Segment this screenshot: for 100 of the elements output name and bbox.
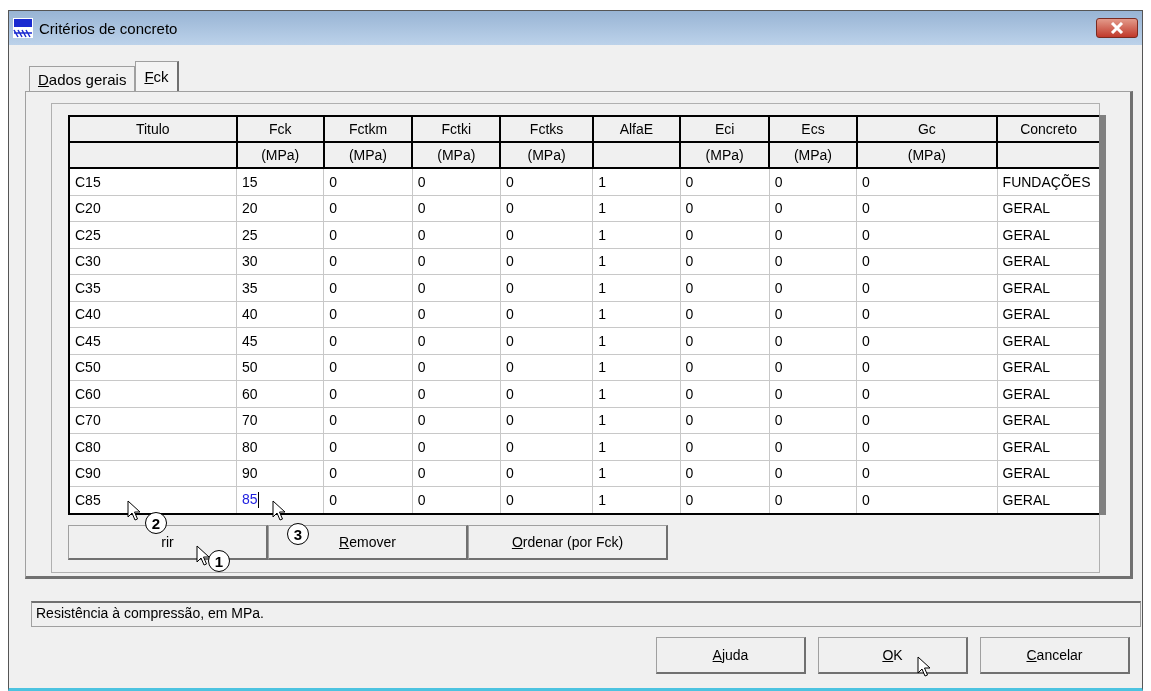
table-cell: 0 — [412, 248, 501, 275]
table-cell: 0 — [680, 433, 770, 460]
table-cell: 0 — [412, 195, 501, 222]
table-cell: 0 — [856, 274, 998, 301]
table-cell: 0 — [680, 380, 770, 407]
table-cell: 0 — [500, 380, 593, 407]
tab[interactable]: Dados gerais — [29, 66, 136, 91]
table-action-button[interactable]: Ordenar (por Fck) — [468, 524, 668, 560]
table-cell: C30 — [69, 248, 237, 275]
table-cell: 25 — [236, 221, 324, 248]
column-header: AlfaE — [592, 116, 681, 142]
table-cell: 0 — [769, 433, 857, 460]
table-cell: 0 — [323, 248, 413, 275]
dialog-button[interactable]: Cancelar — [980, 637, 1130, 674]
close-icon — [1110, 22, 1124, 34]
table-cell: 0 — [500, 301, 593, 328]
table-cell: 0 — [412, 274, 501, 301]
table-cell: 0 — [500, 460, 593, 487]
table-cell: 0 — [769, 327, 857, 354]
table-cell: 0 — [323, 274, 413, 301]
column-header: Gc — [856, 116, 998, 142]
table-cell: 1 — [592, 168, 681, 195]
table-cell: 0 — [769, 301, 857, 328]
table-cell: 50 — [236, 354, 324, 381]
table-cell: 0 — [412, 327, 501, 354]
table-cell: 0 — [856, 221, 998, 248]
table-cell: 0 — [769, 407, 857, 434]
table-cell: 0 — [769, 380, 857, 407]
table-cell: 0 — [680, 195, 770, 222]
table-cell: 0 — [500, 248, 593, 275]
table-cell: 15 — [236, 168, 324, 195]
table-cell: 0 — [680, 248, 770, 275]
unit-header: (MPa) — [500, 142, 593, 168]
close-button[interactable] — [1096, 18, 1138, 38]
table-cell: 0 — [856, 327, 998, 354]
table-cell: 90 — [236, 460, 324, 487]
table-cell: 0 — [680, 221, 770, 248]
table-cell: 0 — [323, 433, 413, 460]
table-cell: 0 — [856, 460, 998, 487]
table-cell: 0 — [680, 168, 770, 195]
table-cell: 45 — [236, 327, 324, 354]
table-cell: 0 — [769, 460, 857, 487]
table-cell: 0 — [769, 168, 857, 195]
table-cell: 1 — [592, 433, 681, 460]
table-cell: C45 — [69, 327, 237, 354]
table-cell: 0 — [680, 407, 770, 434]
table-cell: 60 — [236, 380, 324, 407]
table-cell: 0 — [856, 195, 998, 222]
table-cell: 1 — [592, 248, 681, 275]
column-header: Titulo — [69, 116, 237, 142]
dialog-button[interactable]: OK — [818, 637, 968, 674]
table-cell: C90 — [69, 460, 237, 487]
table-cell: 0 — [412, 380, 501, 407]
table-cell: 0 — [323, 354, 413, 381]
column-header: Fck — [236, 116, 324, 142]
table-cell: 1 — [592, 274, 681, 301]
table-cell: 0 — [856, 380, 998, 407]
table-cell: 0 — [680, 460, 770, 487]
table-cell: 0 — [856, 407, 998, 434]
table-cell: 0 — [856, 168, 998, 195]
table-cell: C70 — [69, 407, 237, 434]
table-cell: 0 — [323, 407, 413, 434]
table-cell: 1 — [592, 380, 681, 407]
table-cell: 0 — [856, 354, 998, 381]
table-cell: 1 — [592, 301, 681, 328]
table-cell: 0 — [856, 248, 998, 275]
table-cell: 0 — [500, 433, 593, 460]
table-cell: C40 — [69, 301, 237, 328]
table-cell: 0 — [323, 301, 413, 328]
table-cell: C15 — [69, 168, 237, 195]
table-cell: 0 — [680, 327, 770, 354]
table-cell: 0 — [412, 301, 501, 328]
table-cell: 0 — [500, 195, 593, 222]
dialog-button[interactable]: Ajuda — [656, 637, 806, 674]
table-cell: 0 — [412, 354, 501, 381]
tab[interactable]: Fck — [135, 61, 179, 91]
table-cell: 0 — [500, 354, 593, 381]
unit-header: (MPa) — [680, 142, 770, 168]
table-cell: C80 — [69, 433, 237, 460]
table-cell: 80 — [236, 433, 324, 460]
table-cell: C25 — [69, 221, 237, 248]
table-cell: 0 — [769, 274, 857, 301]
table-cell: 1 — [592, 354, 681, 381]
column-header: Fctki — [412, 116, 501, 142]
status-bar: Resistência à compressão, em MPa. — [31, 601, 1141, 627]
table-cell: C60 — [69, 380, 237, 407]
table-cell: 1 — [592, 407, 681, 434]
table-cell: 0 — [500, 221, 593, 248]
table-cell: 0 — [856, 433, 998, 460]
table-cell: 0 — [323, 460, 413, 487]
table-cell: 70 — [236, 407, 324, 434]
table-cell: 0 — [323, 221, 413, 248]
table-cell: 0 — [323, 327, 413, 354]
table-cell: 0 — [769, 248, 857, 275]
column-header: Ecs — [769, 116, 857, 142]
cursor-icon — [196, 545, 210, 567]
table-cell: 0 — [500, 407, 593, 434]
table-cell: 1 — [592, 221, 681, 248]
table-cell: 20 — [236, 195, 324, 222]
table-cell: C50 — [69, 354, 237, 381]
